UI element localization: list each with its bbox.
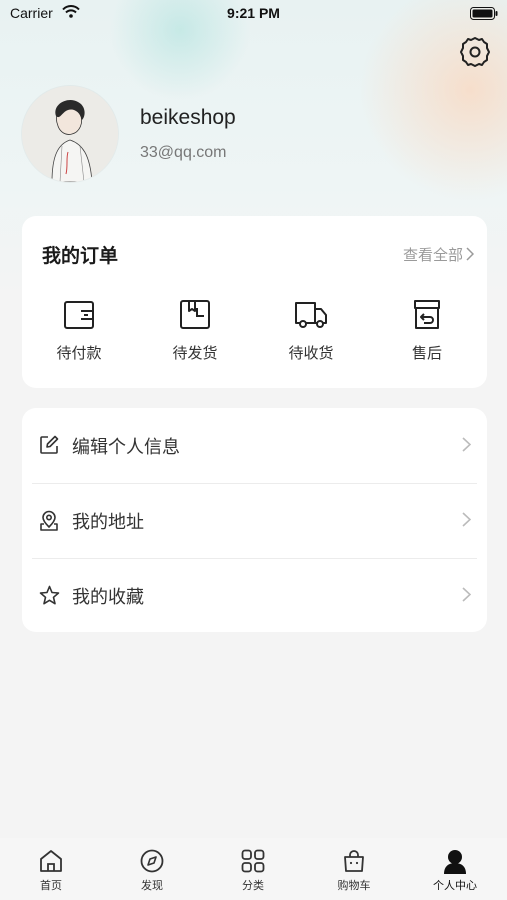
order-item-label: 售后 (411, 344, 442, 362)
tab-home[interactable]: 首页 (11, 848, 91, 893)
chevron-right-icon (462, 587, 472, 606)
tab-label: 个人中心 (433, 879, 477, 892)
profile-email: 33@qq.com (140, 144, 227, 161)
menu-item-label: 编辑个人信息 (72, 437, 180, 458)
tab-profile[interactable]: 个人中心 (415, 848, 495, 893)
orders-title: 我的订单 (42, 245, 119, 267)
package-icon (180, 300, 210, 329)
settings-menu-card: 编辑个人信息 我的地址 我的收藏 (22, 408, 487, 632)
location-icon (39, 510, 59, 536)
order-item-label: 待收货 (288, 344, 334, 362)
order-pending-shipment[interactable]: 待发货 (150, 296, 240, 376)
order-after-sales[interactable]: 售后 (382, 296, 472, 376)
wallet-icon (64, 301, 94, 329)
tab-bar: 首页 发现 分类 购物车 个人中心 (0, 838, 507, 900)
clock: 9:21 PM (227, 5, 280, 21)
tab-discover[interactable]: 发现 (112, 848, 192, 893)
tab-cart[interactable]: 购物车 (314, 848, 394, 893)
chevron-right-icon (462, 512, 472, 531)
chevron-right-icon (462, 437, 472, 456)
chevron-right-icon (466, 246, 475, 265)
menu-item-label: 我的收藏 (72, 587, 144, 608)
gear-icon (460, 37, 490, 67)
profile-username: beikeshop (140, 106, 236, 129)
edit-icon (39, 435, 59, 459)
settings-button[interactable] (458, 35, 492, 69)
order-pending-receipt[interactable]: 待收货 (266, 296, 356, 376)
view-all-orders-link[interactable]: 查看全部 (403, 244, 463, 265)
return-box-icon (414, 300, 440, 329)
home-icon (40, 850, 62, 872)
tab-label: 首页 (40, 879, 62, 892)
tab-label: 发现 (141, 879, 163, 892)
avatar[interactable] (22, 86, 118, 182)
tab-label: 分类 (242, 879, 264, 892)
order-item-label: 待发货 (172, 344, 218, 362)
menu-item-favorites[interactable]: 我的收藏 (22, 558, 487, 632)
order-pending-payment[interactable]: 待付款 (34, 296, 124, 376)
user-icon (444, 850, 466, 874)
battery-icon (470, 7, 498, 23)
compass-icon (140, 849, 164, 873)
truck-icon (295, 302, 327, 328)
tab-categories[interactable]: 分类 (213, 848, 293, 893)
menu-item-address[interactable]: 我的地址 (22, 483, 487, 557)
avatar-illustration (22, 86, 118, 182)
status-bar: Carrier 9:21 PM (0, 0, 507, 28)
star-icon (39, 585, 60, 609)
menu-item-edit-profile[interactable]: 编辑个人信息 (22, 408, 487, 482)
order-item-label: 待付款 (56, 344, 102, 362)
cart-icon (344, 850, 364, 872)
orders-card: 我的订单 查看全部 待付款 待发货 待收货 售后 (22, 216, 487, 388)
menu-item-label: 我的地址 (72, 512, 144, 533)
grid-icon (241, 849, 265, 873)
tab-label: 购物车 (337, 879, 371, 892)
